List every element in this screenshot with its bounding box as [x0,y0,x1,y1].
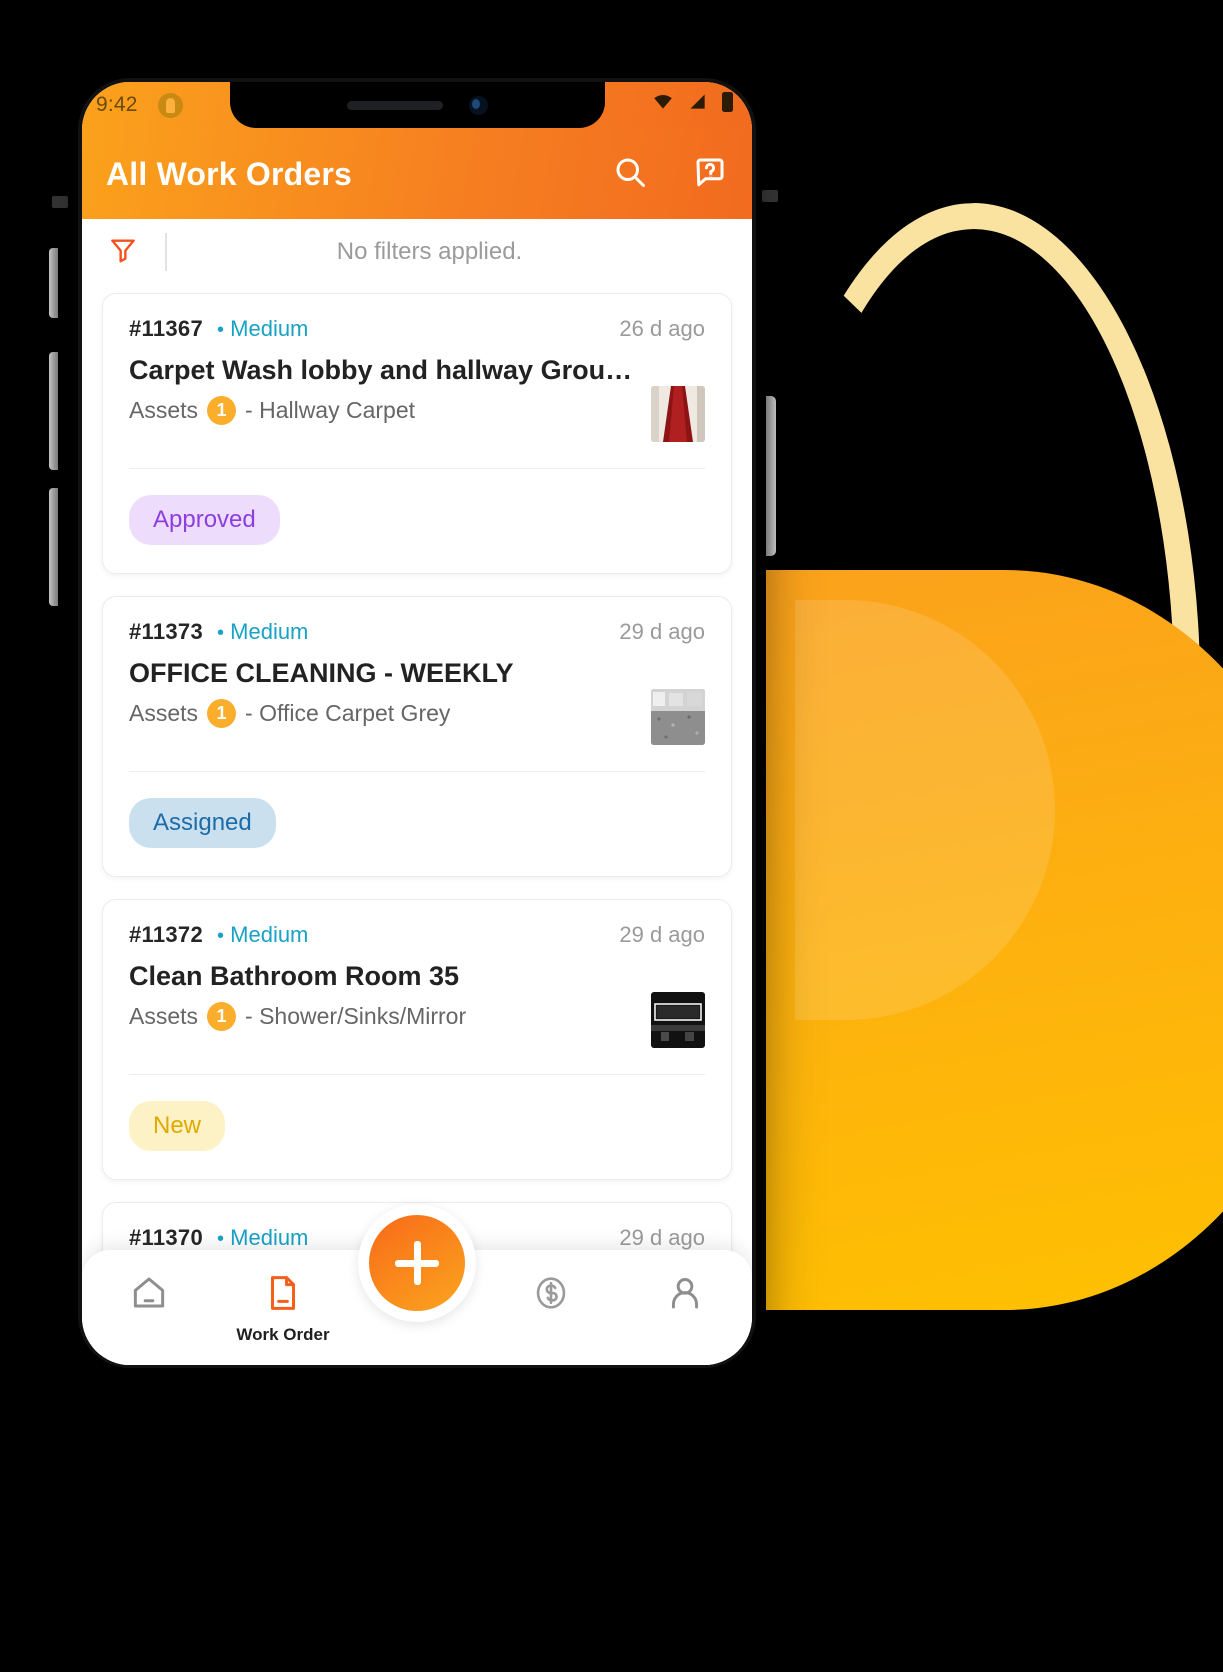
priority-text: Medium [230,619,309,644]
work-order-assets: Assets 1 - Office Carpet Grey [129,699,635,729]
filter-status-text: No filters applied. [336,238,523,265]
asset-name: - Shower/Sinks/Mirror [245,1003,467,1030]
priority-dot-icon: • [217,1228,225,1250]
status-bar-indicators [650,91,736,119]
filter-icon [108,235,138,270]
work-order-list[interactable]: #11367 • Medium 26 d ago Carpet Wash lob… [82,285,752,1365]
priority-text: Medium [230,922,309,947]
priority-dot-icon: • [217,319,225,341]
work-order-age: 29 d ago [619,922,705,947]
phone-notch [230,82,605,128]
home-icon [128,1272,170,1319]
status-badge[interactable]: Approved [129,495,280,545]
priority-dot-icon: • [217,925,225,947]
work-order-assets: Assets 1 - Hallway Carpet [129,396,635,426]
background-blob-highlight [795,600,1055,1020]
asset-name: - Hallway Carpet [245,397,416,424]
work-order-title: OFFICE CLEANING - WEEKLY [129,658,514,688]
assets-label: Assets [129,700,199,727]
filter-button[interactable] [106,235,140,269]
priority-label: • Medium [217,1225,308,1251]
asset-count-badge: 1 [207,1002,237,1032]
work-order-card[interactable]: #11372 • Medium 29 d ago Clean Bathroom … [102,899,732,1180]
work-order-id: #11370 [129,1225,203,1250]
background-blob-decoration [766,570,1223,1310]
app-bar-actions [610,154,730,194]
app-badge-icon [157,92,183,118]
priority-dot-icon: • [217,622,225,644]
assets-label: Assets [129,1003,199,1030]
help-button[interactable] [690,154,730,194]
card-body: OFFICE CLEANING - WEEKLY Assets 1 - Offi… [129,655,705,745]
screenshot-stage: All Work Orders 9:42 No filters applied.… [0,0,1223,1672]
battery-icon [720,91,736,119]
search-button[interactable] [610,154,650,194]
card-footer: Assigned [129,772,705,876]
status-badge[interactable]: New [129,1101,226,1151]
work-order-id: #11367 [129,316,203,341]
phone-power-button [766,396,776,556]
work-order-card[interactable]: #11367 • Medium 26 d ago Carpet Wash lob… [102,293,732,574]
work-order-card[interactable]: #11373 • Medium 29 d ago OFFICE CLEANING… [102,596,732,877]
add-work-order-fab[interactable] [369,1215,465,1311]
work-order-thumbnail[interactable] [651,689,705,745]
earpiece-speaker [347,100,443,110]
nav-item-finance[interactable] [484,1272,618,1325]
work-order-id: #11373 [129,619,203,644]
asset-count-badge: 1 [207,396,237,426]
phone-chassis-marker-left [52,196,68,208]
work-order-thumbnail[interactable] [651,386,705,442]
nav-item-home[interactable] [82,1272,216,1325]
nav-item-work-order[interactable]: Work Order [216,1272,350,1345]
work-order-title: Clean Bathroom Room 35 [129,961,460,991]
phone-chassis-marker-right [762,190,778,202]
priority-label: • Medium [217,619,308,645]
front-camera [469,95,488,115]
document-icon [262,1272,304,1319]
person-icon [664,1272,706,1319]
card-header: #11367 • Medium 26 d ago [129,316,705,342]
bottom-navigation-bar: Work Order [82,1204,752,1365]
nav-label-work-order: Work Order [236,1325,330,1344]
card-body: Clean Bathroom Room 35 Assets 1 - Shower… [129,958,705,1048]
page-title: All Work Orders [106,155,353,192]
status-badge[interactable]: Assigned [129,798,276,848]
asset-name: - Office Carpet Grey [245,700,451,727]
phone-screen: All Work Orders 9:42 No filters applied.… [82,82,752,1365]
phone-side-button [49,488,58,606]
card-header: #11372 • Medium 29 d ago [129,922,705,948]
assets-label: Assets [129,397,199,424]
work-order-id: #11372 [129,922,203,947]
priority-label: • Medium [217,316,308,342]
help-icon [692,154,728,195]
phone-volume-up-button [49,248,58,318]
signal-icon [686,92,710,118]
card-header: #11373 • Medium 29 d ago [129,619,705,645]
phone-volume-down-button [49,352,58,470]
work-order-age: 29 d ago [619,1225,705,1250]
card-footer: New [129,1075,705,1179]
card-body: Carpet Wash lobby and hallway Groun… Ass… [129,352,705,442]
asset-count-badge: 1 [207,699,237,729]
work-order-age: 29 d ago [619,619,705,644]
priority-text: Medium [230,316,309,341]
status-bar-clock: 9:42 [96,93,138,116]
nav-item-profile[interactable] [618,1272,752,1325]
wifi-icon [650,92,676,118]
card-footer: Approved [129,469,705,573]
filter-bar: No filters applied. [82,219,752,285]
work-order-title: Carpet Wash lobby and hallway Groun… [129,355,635,385]
background-ring-decoration [751,199,1209,1147]
priority-label: • Medium [217,922,308,948]
priority-text: Medium [230,1225,309,1250]
search-icon [612,154,648,195]
fab-container [358,1204,476,1322]
work-order-age: 26 d ago [619,316,705,341]
work-order-assets: Assets 1 - Shower/Sinks/Mirror [129,1002,635,1032]
dollar-circle-icon [530,1272,572,1319]
work-order-thumbnail[interactable] [651,992,705,1048]
